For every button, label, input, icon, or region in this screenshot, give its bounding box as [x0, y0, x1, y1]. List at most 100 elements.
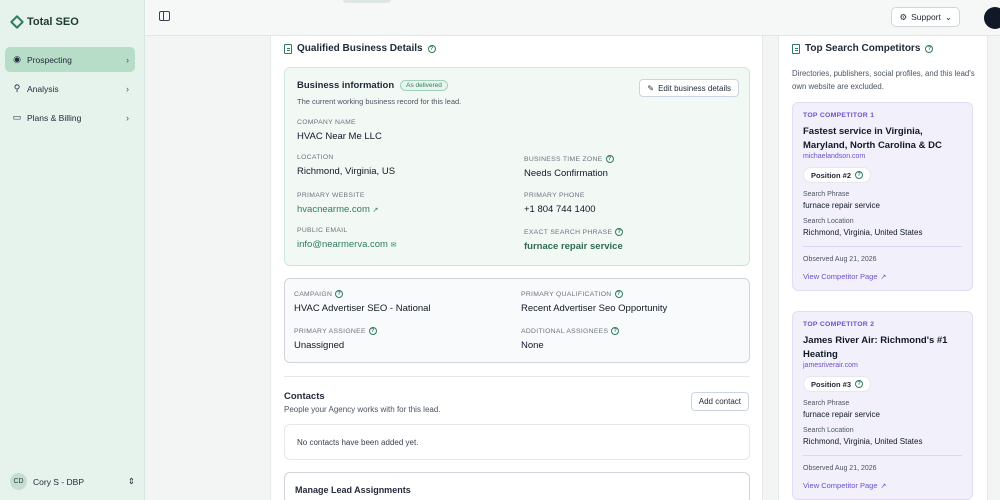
help-icon[interactable]: ? [335, 290, 344, 298]
search-phrase-value: furnace repair service [803, 410, 880, 419]
field-label: CAMPAIGN [294, 290, 333, 298]
help-icon[interactable]: ? [427, 44, 436, 53]
sidebar-item-plans-billing[interactable]: ▭ Plans & Billing › [5, 105, 135, 130]
position-value: Position #2 [811, 170, 852, 180]
sidebar-item-analysis[interactable]: ⚲ Analysis › [5, 76, 135, 101]
edit-label: Edit business details [658, 83, 731, 93]
website-field: PRIMARY WEBSITE hvacnearme.com ↗ [297, 192, 378, 215]
document-icon [792, 43, 800, 54]
external-link-icon: ↗ [880, 273, 887, 281]
sidebar-nav: ◉ Prospecting › ⚲ Analysis › ▭ Plans & B… [5, 47, 135, 134]
sidebar-item-prospecting[interactable]: ◉ Prospecting › [5, 47, 135, 72]
field-label: ADDITIONAL ASSIGNEES [521, 327, 609, 335]
search-location-label: Search Location [803, 218, 854, 225]
email-field: PUBLIC EMAIL info@nearmerva.com ✉ [297, 227, 396, 250]
avatar: CD [10, 473, 27, 490]
gear-icon: ⚙ [899, 11, 908, 22]
sidebar: Total SEO ◉ Prospecting › ⚲ Analysis › ▭… [0, 0, 145, 500]
contacts-subtitle: People your Agency works with for this l… [284, 405, 441, 414]
chevron-right-icon: › [126, 112, 129, 123]
business-information-panel: Business information As delivered The cu… [284, 67, 750, 266]
field-label: BUSINESS TIME ZONE [524, 155, 603, 163]
app-title: Total SEO [27, 16, 79, 28]
field-label-row: BUSINESS TIME ZONE ? [524, 155, 614, 163]
edit-business-details-button[interactable]: ✎ Edit business details [639, 79, 739, 97]
field-label: LOCATION [297, 154, 334, 161]
qualification-field: PRIMARY QUALIFICATION ? Recent Advertise… [521, 290, 667, 314]
help-icon[interactable]: ? [368, 327, 377, 335]
campaign-panel: CAMPAIGN ? HVAC Advertiser SEO - Nationa… [284, 278, 750, 363]
view-competitor-link[interactable]: View Competitor Page ↗ [803, 272, 962, 281]
search-phrase-value: furnace repair service [524, 241, 623, 252]
location-field: LOCATION Richmond, Virginia, US [297, 154, 395, 177]
add-contact-button[interactable]: Add contact [690, 392, 749, 411]
search-phrase-field: EXACT SEARCH PHRASE ? furnace repair ser… [524, 228, 624, 252]
help-icon[interactable]: ? [611, 327, 620, 335]
primary-assignee-value: Unassigned [294, 340, 345, 351]
time-zone-field: BUSINESS TIME ZONE ? Needs Confirmation [524, 155, 614, 179]
sidebar-toggle-icon[interactable] [159, 11, 170, 21]
field-label: PRIMARY ASSIGNEE [294, 327, 366, 335]
primary-assignee-field: PRIMARY ASSIGNEE ? Unassigned [294, 327, 377, 351]
field-label: PRIMARY PHONE [524, 192, 585, 199]
lead-assignments-panel[interactable]: Manage Lead Assignments [284, 472, 750, 500]
observed-date: Observed Aug 21, 2026 [803, 256, 877, 263]
assignments-title: Manage Lead Assignments [295, 485, 411, 495]
qualified-business-details-card: Qualified Business Details ? Business in… [270, 36, 763, 500]
search-location-value: Richmond, Virginia, United States [803, 228, 923, 237]
email-link[interactable]: info@nearmerva.com ✉ [297, 239, 396, 250]
business-info-title: Business information [297, 80, 395, 91]
section-title: Top Search Competitors [805, 43, 921, 54]
external-link-icon: ↗ [880, 482, 887, 490]
view-competitor-link[interactable]: View Competitor Page ↗ [803, 481, 962, 490]
competitor-name: Fastest service in Virginia, Maryland, N… [803, 126, 942, 151]
document-icon [284, 43, 292, 54]
section-header: Qualified Business Details ? [284, 43, 436, 54]
help-icon[interactable]: ? [855, 380, 864, 388]
competitor-card: TOP COMPETITOR 1 Fastest service in Virg… [792, 102, 973, 291]
support-button[interactable]: ⚙ Support ⌄ [891, 7, 960, 27]
help-icon[interactable]: ? [605, 155, 614, 163]
user-menu[interactable]: CD Cory S - DBP ⇕ [10, 473, 135, 490]
position-badge: Position #2 ? [803, 167, 872, 183]
account-avatar[interactable] [984, 7, 1000, 29]
help-icon[interactable]: ? [855, 171, 864, 179]
chevron-right-icon: › [126, 54, 129, 65]
external-link-icon: ↗ [372, 207, 379, 214]
competitor-domain[interactable]: michaelandson.com [803, 153, 962, 160]
card-icon: ▭ [12, 112, 22, 122]
pencil-icon: ✎ [647, 83, 655, 93]
divider [803, 246, 962, 247]
search-location-value: Richmond, Virginia, United States [803, 437, 923, 446]
observed-date: Observed Aug 21, 2026 [803, 465, 877, 472]
company-name-field: COMPANY NAME HVAC Near Me LLC [297, 119, 382, 142]
competitor-name: James River Air: Richmond's #1 Heating [803, 335, 948, 360]
support-label: Support [911, 12, 941, 22]
competitors-description: Directories, publishers, social profiles… [792, 69, 975, 91]
help-icon[interactable]: ? [614, 290, 623, 298]
competitor-card: TOP COMPETITOR 2 James River Air: Richmo… [792, 311, 973, 500]
additional-assignees-field: ADDITIONAL ASSIGNEES ? None [521, 327, 620, 351]
logo-icon [9, 14, 25, 30]
help-icon[interactable]: ? [615, 228, 624, 236]
field-label: PUBLIC EMAIL [297, 227, 348, 234]
website-link[interactable]: hvacnearme.com ↗ [297, 204, 378, 215]
search-phrase-label: Search Phrase [803, 191, 850, 198]
topbar: ⚙ Support ⌄ [145, 0, 1000, 36]
field-label: PRIMARY WEBSITE [297, 192, 365, 199]
help-icon[interactable]: ? [925, 44, 934, 53]
field-label: PRIMARY QUALIFICATION [521, 290, 612, 298]
competitor-domain[interactable]: jamesriverair.com [803, 362, 962, 369]
phone-field: PRIMARY PHONE +1 804 744 1400 [524, 192, 596, 215]
additional-assignees-value: None [521, 340, 544, 351]
top-search-competitors-card: Top Search Competitors ? Directories, pu… [778, 36, 988, 500]
divider [284, 376, 750, 377]
search-phrase-value: furnace repair service [803, 201, 880, 210]
brand-logo[interactable]: Total SEO [9, 14, 79, 30]
globe-icon: ◉ [13, 54, 21, 64]
business-info-heading: Business information As delivered [297, 80, 448, 91]
qualification-value: Recent Advertiser Seo Opportunity [521, 303, 668, 314]
top-tab-indicator [343, 0, 391, 3]
company-name-value: HVAC Near Me LLC [297, 131, 382, 142]
contacts-empty-state: No contacts have been added yet. [284, 424, 750, 460]
